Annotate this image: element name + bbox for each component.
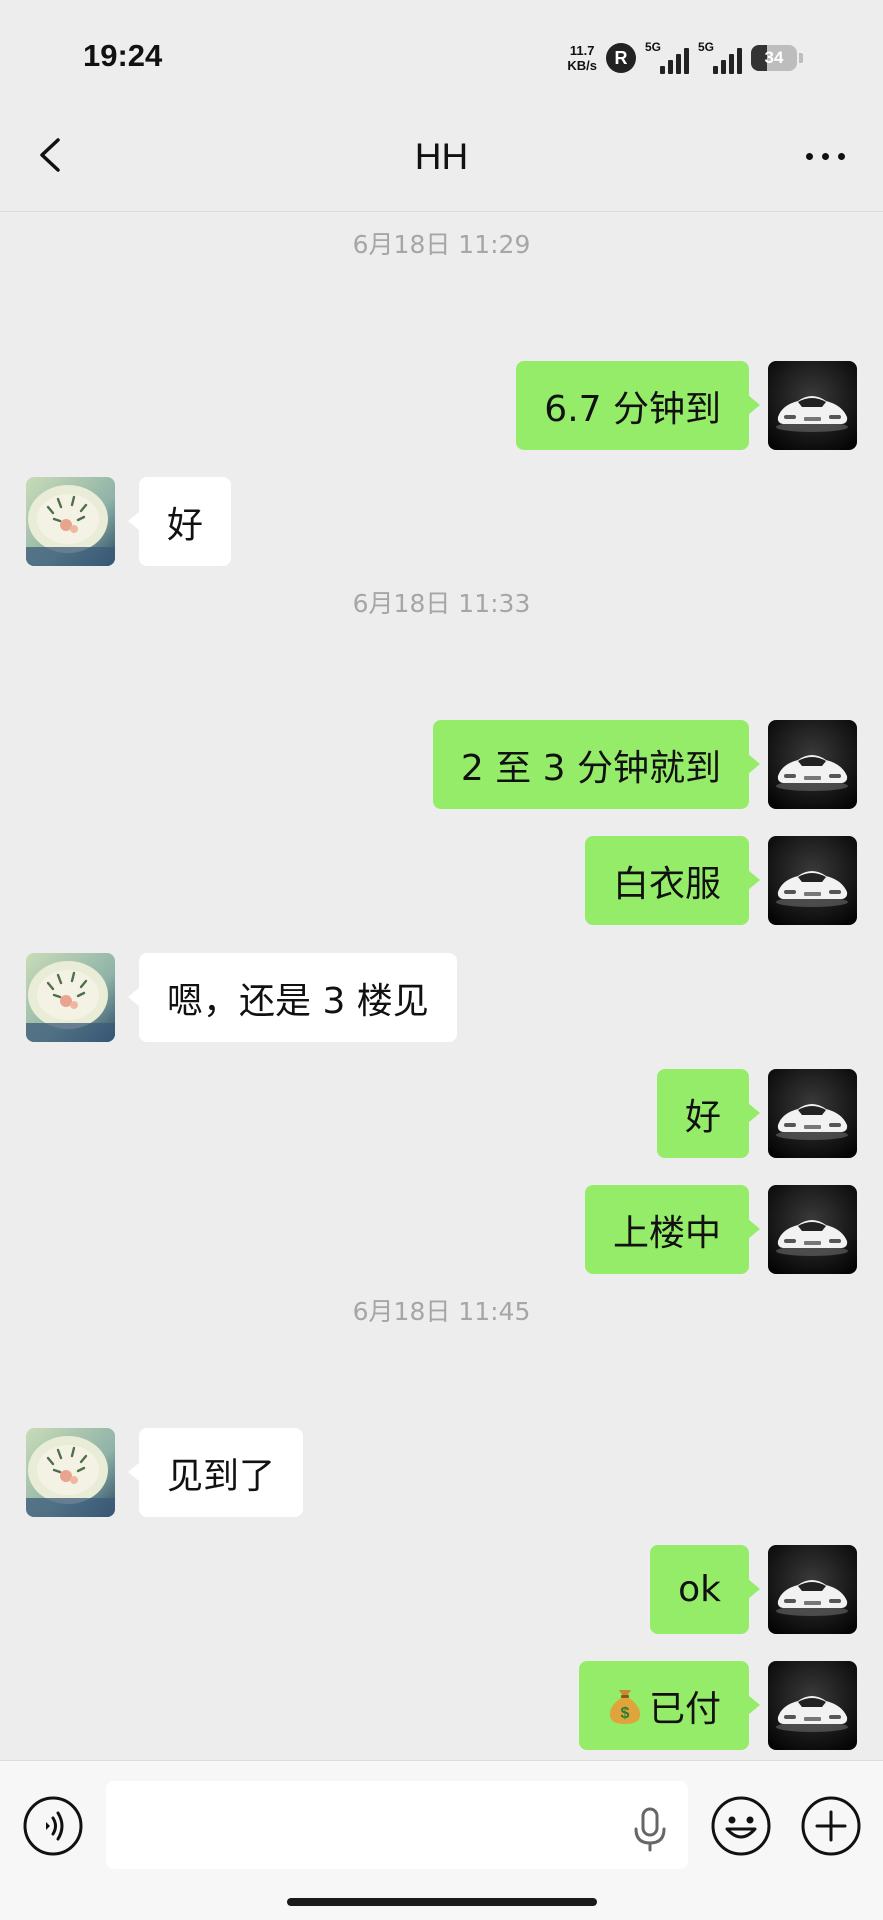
microphone-button[interactable]: [626, 1805, 674, 1853]
message-bubble[interactable]: 嗯，还是 3 楼见: [128, 953, 457, 1042]
message-incoming: 嗯，还是 3 楼见: [0, 953, 883, 1043]
bowl-avatar-image: [26, 953, 115, 1042]
signal-label: 5G: [645, 40, 662, 54]
voice-input-icon: [23, 1796, 83, 1856]
message-bubble[interactable]: 上楼中: [584, 1185, 761, 1274]
message-outgoing: $ 已付: [0, 1661, 883, 1751]
message-incoming: 好: [0, 477, 883, 567]
status-bar: 19:24 11.7 KB/s R 5G 5G 34: [0, 0, 883, 100]
message-outgoing: 2 至 3 分钟就到: [0, 720, 883, 810]
microphone-icon: [634, 1807, 666, 1852]
message-outgoing: 上楼中: [0, 1185, 883, 1275]
more-dot: [821, 152, 829, 160]
battery-level: 34: [764, 48, 784, 67]
bowl-avatar-image: [26, 477, 115, 566]
car-avatar-image: [768, 1661, 857, 1750]
bowl-avatar-image: [26, 1428, 115, 1517]
car-avatar-image: [768, 1545, 857, 1634]
voice-mode-button[interactable]: [22, 1795, 84, 1857]
signal-label: 5G: [698, 40, 715, 54]
more-dot: [837, 152, 845, 160]
chat-title: HH: [414, 136, 469, 177]
my-avatar[interactable]: [768, 1661, 857, 1750]
battery-icon: 34: [751, 45, 797, 71]
message-bubble[interactable]: 6.7 分钟到: [516, 361, 760, 450]
contact-avatar[interactable]: [26, 1428, 115, 1517]
emoji-icon: [711, 1796, 771, 1856]
car-avatar-image: [768, 361, 857, 450]
my-avatar[interactable]: [768, 720, 857, 809]
home-indicator[interactable]: [287, 1898, 597, 1906]
chat-header: HH: [0, 100, 883, 212]
more-options-button[interactable]: [795, 136, 855, 176]
network-speed: 11.7 KB/s: [567, 43, 597, 73]
message-outgoing: ok: [0, 1545, 883, 1635]
my-avatar[interactable]: [768, 836, 857, 925]
signal-5g-icon: 5G: [645, 40, 689, 74]
contact-avatar[interactable]: [26, 953, 115, 1042]
message-timestamp: 6月18日 11:45: [352, 1297, 531, 1326]
message-bubble[interactable]: 白衣服: [584, 836, 761, 925]
network-speed-value: 11.7: [569, 43, 595, 58]
car-avatar-image: [768, 836, 857, 925]
contact-avatar[interactable]: [26, 477, 115, 566]
message-bubble[interactable]: 2 至 3 分钟就到: [432, 720, 761, 809]
car-avatar-image: [768, 720, 857, 809]
message-outgoing: 6.7 分钟到: [0, 361, 883, 451]
car-avatar-image: [768, 1185, 857, 1274]
message-outgoing: 好: [0, 1069, 883, 1159]
message-outgoing: 白衣服: [0, 836, 883, 926]
message-bubble[interactable]: 见到了: [127, 1428, 304, 1517]
my-avatar[interactable]: [768, 1185, 857, 1274]
money-bag-icon: $: [609, 1689, 641, 1724]
network-speed-unit: KB/s: [567, 58, 597, 73]
svg-text:$: $: [621, 1705, 630, 1722]
more-dots-icon: [805, 152, 813, 160]
battery-tip: [799, 53, 803, 63]
message-text-input[interactable]: [106, 1781, 688, 1869]
status-indicators: 11.7 KB/s R 5G 5G 34: [567, 40, 803, 76]
my-avatar[interactable]: [768, 1545, 857, 1634]
message-input-bar: [0, 1760, 883, 1920]
message-bubble[interactable]: 好: [127, 477, 232, 566]
plus-circle-icon: [801, 1796, 861, 1856]
status-time: 19:24: [83, 38, 163, 73]
my-avatar[interactable]: [768, 1069, 857, 1158]
message-bubble[interactable]: 好: [656, 1069, 761, 1158]
emoji-button[interactable]: [710, 1795, 772, 1857]
roaming-badge-icon: R: [606, 43, 636, 73]
more-actions-button[interactable]: [800, 1795, 862, 1857]
message-timestamp: 6月18日 11:29: [352, 230, 531, 259]
message-incoming: 见到了: [0, 1428, 883, 1518]
message-bubble[interactable]: $ 已付: [578, 1661, 761, 1750]
message-text: 已付: [648, 1688, 721, 1730]
my-avatar[interactable]: [768, 361, 857, 450]
message-list[interactable]: 6月18日 11:29 6.7 分钟到 好 6月18日 11:33 2 至 3 …: [0, 212, 883, 1760]
message-bubble[interactable]: ok: [650, 1545, 760, 1634]
signal-5g-icon: 5G: [698, 40, 742, 74]
car-avatar-image: [768, 1069, 857, 1158]
message-timestamp: 6月18日 11:33: [352, 589, 531, 618]
